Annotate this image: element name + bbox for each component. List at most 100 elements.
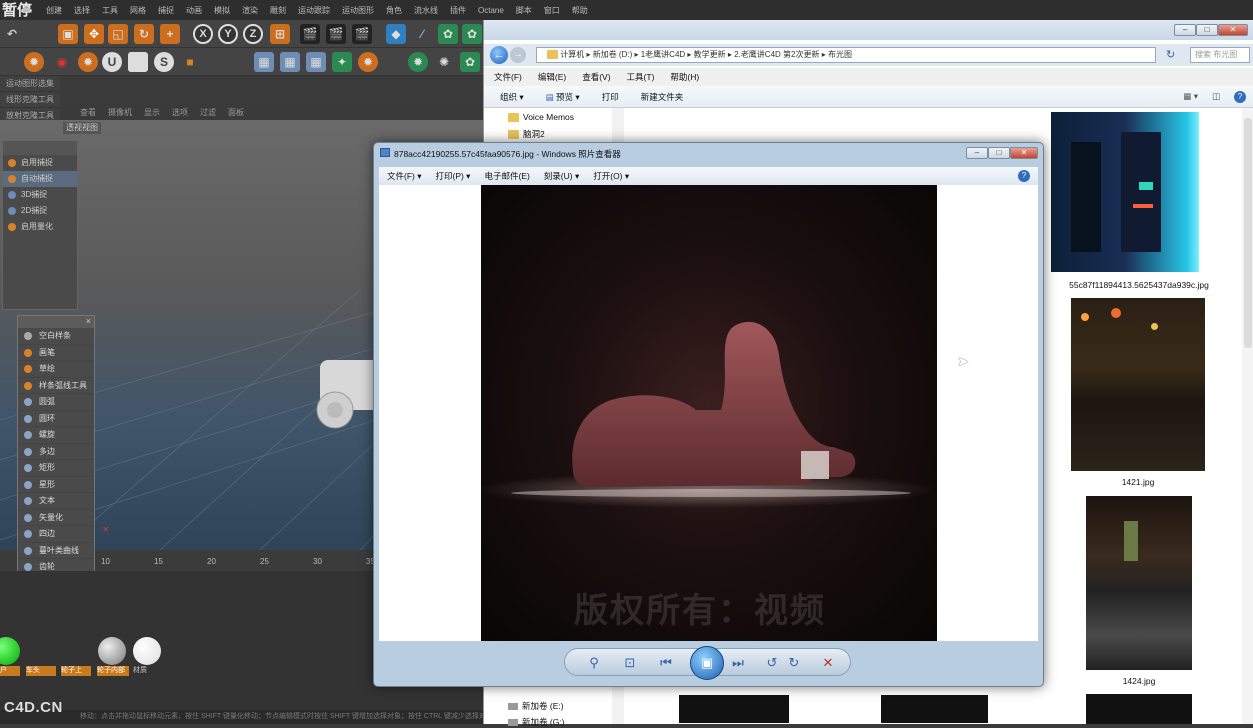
- material-label[interactable]: 户: [0, 666, 20, 676]
- nav-item-brain[interactable]: 脑洞2: [508, 128, 545, 140]
- snap-item-enable[interactable]: 启用捕捉: [3, 155, 77, 171]
- x-axis-button[interactable]: X: [193, 24, 213, 44]
- rotate-tool-icon[interactable]: ↻: [134, 24, 154, 44]
- c4d-menu-item[interactable]: 创建: [46, 5, 62, 16]
- organize-button[interactable]: 组织 ▾: [500, 91, 524, 103]
- viewport-menu-item[interactable]: 摄像机: [108, 107, 132, 118]
- thumbnail-partial[interactable]: [1086, 694, 1192, 724]
- render-picture-icon[interactable]: 🎬: [326, 24, 346, 44]
- c4d-menu-item[interactable]: 渲染: [242, 5, 258, 16]
- viewport-menu-item[interactable]: 查看: [80, 107, 96, 118]
- c4d-menu-item[interactable]: 运动跟踪: [298, 5, 330, 16]
- new-folder-button[interactable]: 新建文件夹: [641, 91, 684, 103]
- spline-item[interactable]: 样条弧线工具: [18, 378, 94, 394]
- camera-icon[interactable]: ✿: [460, 52, 480, 72]
- axis-mode-icon[interactable]: ✹: [24, 52, 44, 72]
- select-tool-icon[interactable]: ▣: [58, 24, 78, 44]
- coordinate-system-icon[interactable]: ⊞: [270, 24, 290, 44]
- thumbnail-1424[interactable]: [1086, 496, 1192, 670]
- delete-icon[interactable]: ✕: [819, 655, 837, 671]
- file-name[interactable]: 55c87f11894413.5625437da939c.jpg: [1024, 280, 1253, 290]
- uv-mode-icon[interactable]: ▦: [306, 52, 326, 72]
- spline-item[interactable]: 圆弧: [18, 394, 94, 411]
- undo-icon[interactable]: ↶: [2, 24, 22, 44]
- thumbnail-city[interactable]: [1051, 112, 1199, 272]
- light-icon[interactable]: ✦: [332, 52, 352, 72]
- viewer-menu-burn[interactable]: 刻录(U) ▾: [544, 170, 579, 182]
- spline-item[interactable]: 草绘: [18, 361, 94, 378]
- viewport-menu-item[interactable]: 过滤: [200, 107, 216, 118]
- preview-pane-icon[interactable]: ◫: [1212, 91, 1220, 103]
- scrollbar-thumb[interactable]: [1244, 118, 1252, 348]
- preview-button[interactable]: ▤ 预览 ▾: [546, 91, 580, 103]
- search-input[interactable]: 搜索 布光图: [1190, 47, 1250, 63]
- breadcrumb[interactable]: 计算机 ▸ 新加卷 (D:) ▸ 1老鹰讲C4D ▸ 教学更新 ▸ 2.老鹰讲C…: [536, 47, 1156, 63]
- explorer-titlebar[interactable]: – □ ✕: [484, 20, 1253, 40]
- previous-icon[interactable]: ⏮: [657, 655, 675, 671]
- viewport-menu-item[interactable]: 显示: [144, 107, 160, 118]
- spline-panel-header[interactable]: ×: [18, 316, 94, 328]
- spline-item[interactable]: 画笔: [18, 345, 94, 361]
- spline-item[interactable]: 星形: [18, 477, 94, 493]
- viewport-menu-item[interactable]: 选项: [172, 107, 188, 118]
- spline-item[interactable]: 矢量化: [18, 510, 94, 526]
- file-scrollbar[interactable]: [1242, 108, 1253, 724]
- nav-item-drive-e[interactable]: 新加卷 (E:): [508, 700, 564, 712]
- snap-item-auto[interactable]: 自动捕捉: [3, 171, 77, 187]
- forward-arrow-icon[interactable]: →: [510, 47, 526, 63]
- snap-panel-header[interactable]: [3, 141, 77, 155]
- texture-mode-icon[interactable]: ✹: [78, 52, 98, 72]
- nav-item-voice-memos[interactable]: Voice Memos: [508, 112, 574, 122]
- close-icon[interactable]: ×: [86, 316, 91, 326]
- breadcrumb-item[interactable]: 1老鹰讲C4D: [641, 50, 685, 59]
- close-icon[interactable]: ✕: [1010, 147, 1038, 159]
- c4d-menu-item[interactable]: 网格: [130, 5, 146, 16]
- breadcrumb-item[interactable]: 布光图: [828, 50, 852, 59]
- viewer-menu-open[interactable]: 打开(O) ▾: [593, 170, 629, 182]
- c4d-menu-item[interactable]: 插件: [450, 5, 466, 16]
- snap-item-quantize[interactable]: 启用量化: [3, 219, 77, 235]
- cube-icon[interactable]: ◆: [386, 24, 406, 44]
- spline-item[interactable]: 文本: [18, 493, 94, 510]
- y-axis-button[interactable]: Y: [218, 24, 238, 44]
- material-ball[interactable]: [133, 637, 161, 665]
- thumbnail-partial[interactable]: [679, 695, 789, 723]
- left-menu-item[interactable]: 运动图形选集: [0, 76, 60, 92]
- c4d-menu-item[interactable]: 选择: [74, 5, 90, 16]
- scale-tool-icon[interactable]: ◱: [108, 24, 128, 44]
- material-label[interactable]: 车头: [26, 666, 56, 676]
- maximize-icon[interactable]: □: [1196, 24, 1218, 36]
- viewer-menu-print[interactable]: 打印(P) ▾: [435, 170, 470, 182]
- breadcrumb-item[interactable]: 计算机: [560, 50, 584, 59]
- minimize-icon[interactable]: –: [1174, 24, 1196, 36]
- c4d-menu-item[interactable]: 雕刻: [270, 5, 286, 16]
- file-name[interactable]: 1421.jpg: [1071, 477, 1205, 487]
- c4d-menu-item[interactable]: 捕捉: [158, 5, 174, 16]
- spline-item[interactable]: 矩形: [18, 460, 94, 477]
- nav-item-drive-g[interactable]: 新加卷 (G:): [508, 716, 565, 728]
- c4d-menu-item[interactable]: 模拟: [214, 5, 230, 16]
- explorer-menu-item[interactable]: 查看(V): [582, 71, 610, 83]
- array-icon[interactable]: ✿: [462, 24, 482, 44]
- c4d-menu-item[interactable]: 动画: [186, 5, 202, 16]
- image-canvas[interactable]: 版权所有：视频 ➤: [379, 185, 1038, 641]
- rotate-left-icon[interactable]: ↺: [763, 655, 781, 671]
- breadcrumb-item[interactable]: 教学更新: [694, 50, 726, 59]
- spline-item[interactable]: 多边: [18, 444, 94, 460]
- thumbnail-partial[interactable]: [881, 695, 988, 723]
- spline-item[interactable]: 圆环: [18, 411, 94, 427]
- actual-size-icon[interactable]: ⊡: [621, 655, 639, 671]
- explorer-menu-item[interactable]: 帮助(H): [670, 71, 699, 83]
- zoom-icon[interactable]: ⚲: [585, 655, 603, 671]
- c4d-menu-item[interactable]: 流水线: [414, 5, 438, 16]
- c4d-menu-item[interactable]: 帮助: [572, 5, 588, 16]
- spline-item[interactable]: 螺旋: [18, 427, 94, 444]
- c4d-menu-item[interactable]: Octane: [478, 6, 504, 15]
- snap-item-3d[interactable]: 3D捕捉: [3, 187, 77, 203]
- print-button[interactable]: 打印: [602, 91, 619, 103]
- spline-item[interactable]: 蔓叶类曲线: [18, 543, 94, 559]
- polygon-mode-icon[interactable]: ▦: [280, 52, 300, 72]
- workplane-icon[interactable]: U: [102, 52, 122, 72]
- material-label[interactable]: 轮子内部: [97, 666, 129, 676]
- explorer-menu-item[interactable]: 文件(F): [494, 71, 522, 83]
